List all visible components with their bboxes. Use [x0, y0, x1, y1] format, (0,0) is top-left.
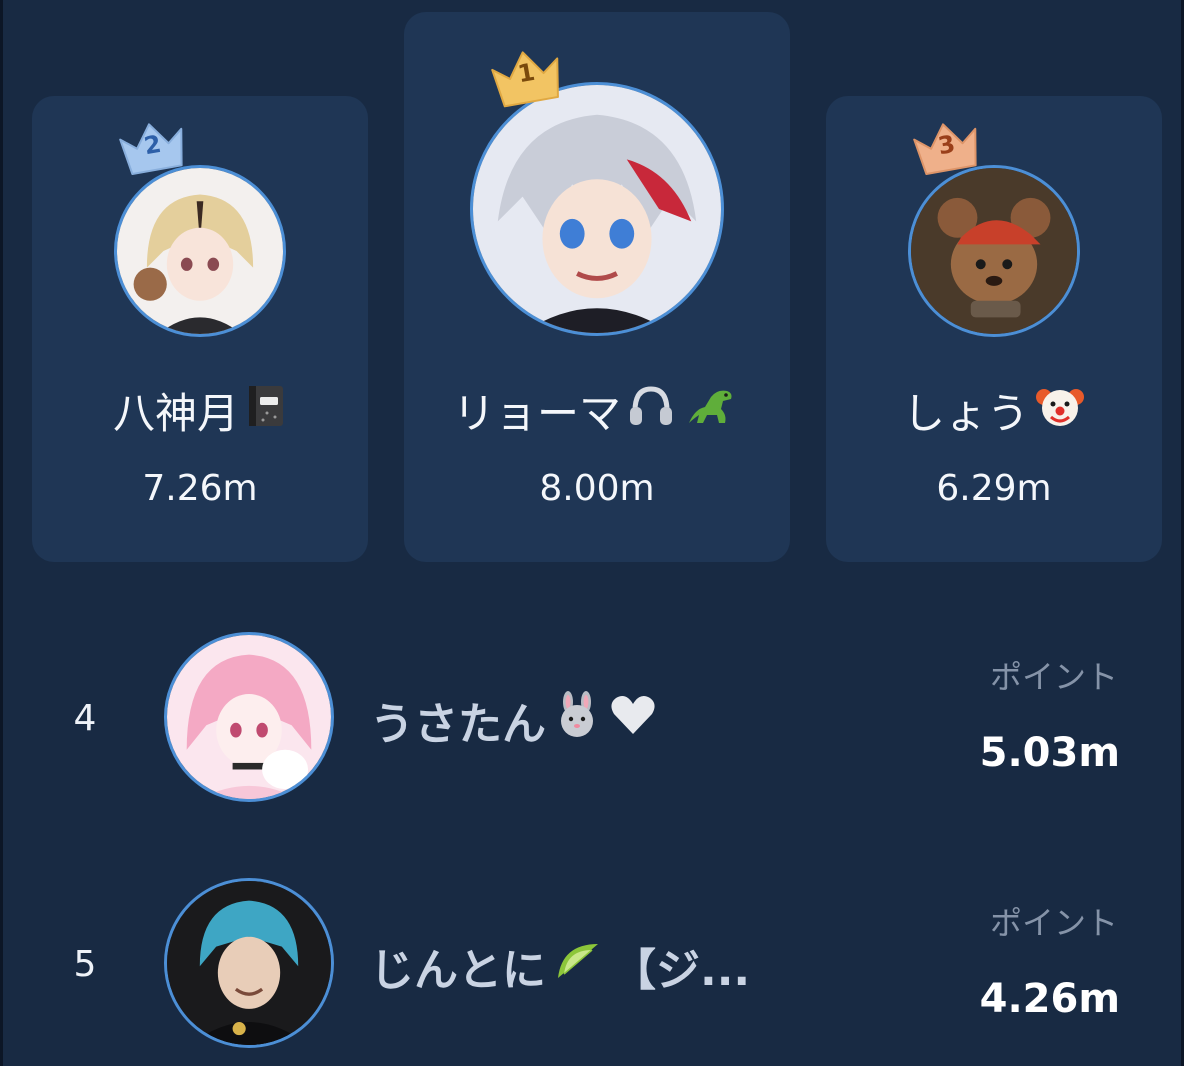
podium-name-rank-1: リョーマ	[404, 380, 790, 441]
notebook-icon	[245, 383, 287, 439]
points-label: ポイント	[989, 658, 1118, 696]
crown-rank-3-icon: 3	[907, 112, 986, 181]
podium-score-rank-3: 6.29m	[936, 468, 1052, 509]
dinosaur-icon	[681, 383, 741, 439]
ranking-row-5[interactable]: 5 じんとに 【ジ... ポイント 4.26m	[0, 862, 1184, 1062]
avatar-rank-1[interactable]	[470, 82, 724, 336]
white-heart-icon	[608, 692, 658, 749]
podium-name-rank-3: しょう	[826, 380, 1162, 441]
rabbit-face-icon	[552, 690, 602, 751]
points-value: 5.03m	[979, 730, 1120, 776]
headphones-icon	[627, 383, 675, 439]
lime-icon	[552, 938, 606, 995]
podium-score-rank-2: 7.26m	[142, 468, 258, 509]
avatar-image-pink-hair	[167, 635, 331, 799]
rank-number: 5	[73, 944, 97, 985]
points-label: ポイント	[989, 904, 1118, 942]
clown-face-icon	[1035, 381, 1085, 441]
avatar-image-mouse-helmet	[911, 168, 1077, 334]
crown-rank-2-icon: 2	[113, 112, 192, 181]
ranking-row-4[interactable]: 4 うさたん ポイント 5.03m	[0, 616, 1184, 816]
podium-name-rank-2: 八神月	[32, 380, 368, 441]
row-name: じんとに 【ジ...	[370, 934, 750, 998]
row-name: うさたん	[370, 688, 658, 752]
avatar-rank-3[interactable]	[908, 165, 1080, 337]
avatar-image-blonde-hair	[117, 168, 283, 334]
avatar-image-silver-hair	[473, 85, 721, 333]
avatar-image-blue-hair	[167, 881, 331, 1045]
avatar-rank-4[interactable]	[164, 632, 334, 802]
points-value: 4.26m	[979, 976, 1120, 1022]
avatar-rank-2[interactable]	[114, 165, 286, 337]
podium-score-rank-1: 8.00m	[539, 468, 655, 509]
rank-number: 4	[73, 698, 97, 739]
crown-rank-1-icon: 1	[485, 40, 569, 114]
avatar-rank-5[interactable]	[164, 878, 334, 1048]
